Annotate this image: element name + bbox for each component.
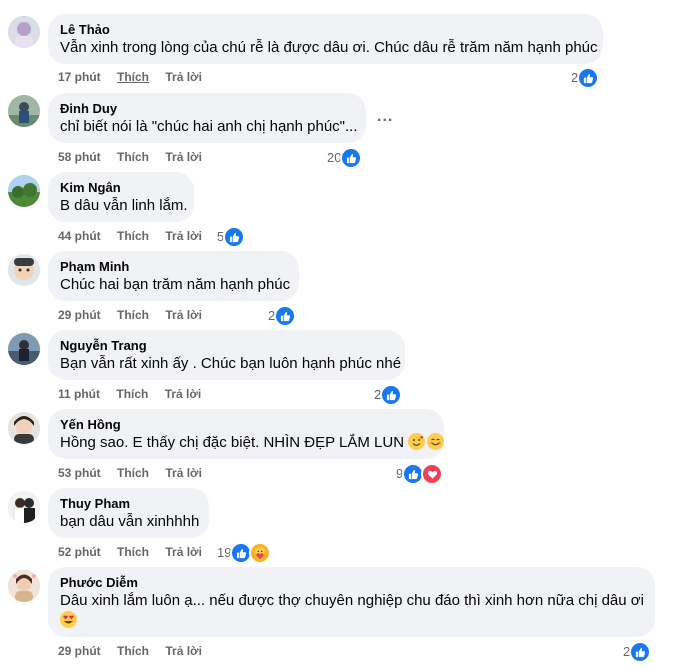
reaction-summary[interactable]: 5 [217,226,246,248]
comment-text: Chúc hai bạn trăm năm hạnh phúc [60,275,291,295]
like-button[interactable]: Thích [117,544,149,560]
comment-meta: 58 phút Thích Trả lời [58,149,215,165]
like-reaction-icon [380,384,403,406]
reply-button[interactable]: Trả lời [165,69,202,85]
commenter-name[interactable]: Lê Thảo [60,22,591,38]
comment-meta: 52 phút Thích Trả lời [58,544,215,560]
reply-button[interactable]: Trả lời [165,643,202,659]
reply-button[interactable]: Trả lời [165,307,202,323]
reaction-count: 20 [327,150,342,165]
comment-bubble: Nguyễn Trang Bạn vẫn rất xinh ấy . Chúc … [48,330,405,380]
reaction-summary[interactable]: 2 [268,305,297,327]
comment-bubble: Kim Ngân B dâu vẫn linh lắm. [48,172,194,222]
comment-text-line: Vẫn xinh trong lòng của chú rễ là được d… [60,39,598,56]
comment-text: Bạn vẫn rất xinh ấy . Chúc bạn luôn hạnh… [60,354,402,374]
commenter-name[interactable]: Nguyễn Trang [60,338,393,354]
like-button[interactable]: Thích [117,307,149,323]
reaction-summary[interactable]: 9 [396,463,444,485]
like-button[interactable]: Thích [116,386,148,402]
like-button[interactable]: Thích [117,149,149,165]
comment-bubble: Phạm Minh Chúc hai bạn trăm năm hạnh phú… [48,251,299,301]
avatar[interactable] [8,254,40,286]
comment-text: B dâu vẫn linh lắm. [60,196,188,216]
reaction-summary[interactable]: 2 [571,67,600,89]
like-reaction-icon [629,641,652,663]
comment-time[interactable]: 44 phút [58,228,101,244]
comment-text-line: Dâu xinh lắm luôn ạ... nếu được thợ chuy… [60,592,644,609]
commenter-name[interactable]: Kim Ngân [60,180,182,196]
comment-bubble: Yến Hồng Hồng sao. E thấy chị đặc biệt. … [48,409,445,459]
commenter-name[interactable]: Đinh Duy [60,101,354,117]
comment-time[interactable]: 17 phút [58,69,101,85]
reaction-summary[interactable]: 2 [623,641,652,663]
commenter-name[interactable]: Thuy Pham [60,496,197,512]
comment-meta: 53 phút Thích Trả lời [58,465,215,481]
like-button[interactable]: Thích [117,643,149,659]
comment-text-line: bạn dâu vẫn xinhhhh [60,513,200,530]
comment-bubble: Phước Diễm Dâu xinh lắm luôn ạ... nếu đư… [48,567,655,637]
comment-text-line: B dâu vẫn linh lắm. [60,197,188,214]
reply-button[interactable]: Trả lời [165,149,202,165]
comment-bubble: Đinh Duy chỉ biết nói là "chúc hai anh c… [48,93,366,143]
comment-time[interactable]: 58 phút [58,149,101,165]
reaction-summary[interactable]: 19 [217,542,272,564]
comment-text-line: Chúc hai bạn trăm năm hạnh phúc [60,276,291,293]
avatar[interactable] [8,95,40,127]
comment-time[interactable]: 53 phút [58,465,101,481]
comment-text-line: Hồng sao. E thấy chị đặc biệt. NHÌN ĐẸP … [60,433,445,453]
care-reaction-icon [249,542,272,564]
reply-button[interactable]: Trả lời [165,465,202,481]
like-reaction-icon [223,226,246,248]
avatar[interactable] [8,333,40,365]
comment-text: Dâu xinh lắm luôn ạ... nếu được thợ chuy… [60,591,644,631]
comment-time[interactable]: 52 phút [58,544,101,560]
avatar[interactable] [8,491,40,523]
like-button[interactable]: Thích [117,228,149,244]
avatar[interactable] [8,175,40,207]
avatar[interactable] [8,570,40,602]
comment-text: Vẫn xinh trong lòng của chú rễ là được d… [60,38,598,58]
avatar[interactable] [8,412,40,444]
comment-text-line: Bạn vẫn rất xinh ấy . Chúc bạn luôn hạnh… [60,355,402,372]
comment-time[interactable]: 29 phút [58,307,101,323]
comment-bubble: Lê Thảo Vẫn xinh trong lòng của chú rễ l… [48,14,603,64]
comment-text-content: Hồng sao. E thấy chị đặc biệt. NHÌN ĐẸP … [60,434,405,451]
commenter-name[interactable]: Phạm Minh [60,259,287,275]
reply-button[interactable]: Trả lời [165,228,202,244]
commenter-name[interactable]: Phước Diễm [60,575,643,591]
heart-eyes-icon [60,611,77,628]
comment-time[interactable]: 29 phút [58,643,101,659]
comment-meta: 17 phút Thích Trả lời [58,69,215,85]
comment-meta: 11 phút Thích Trả lời [58,386,214,402]
reply-button[interactable]: Trả lời [165,544,202,560]
comment-meta: 29 phút Thích Trả lời [58,307,215,323]
like-reaction-icon [577,67,600,89]
comment-text-line: chỉ biết nói là "chúc hai anh chị hạnh p… [60,118,358,135]
more-options-icon[interactable]: ... [377,108,393,126]
reply-button[interactable]: Trả lời [165,386,202,402]
comment-text-line [60,611,643,631]
like-button[interactable]: Thích [117,69,149,85]
comment-meta: 29 phút Thích Trả lời [58,643,215,659]
like-reaction-icon [274,305,297,327]
smiling-face-with-hearts-icon [408,433,426,450]
like-button[interactable]: Thích [117,465,149,481]
reaction-summary[interactable]: 2 [374,384,403,406]
commenter-name[interactable]: Yến Hồng [60,417,432,433]
heart-reaction-icon [421,463,444,485]
comment-time[interactable]: 11 phút [58,386,100,402]
comment-meta: 44 phút Thích Trả lời [58,228,215,244]
avatar[interactable] [8,16,40,48]
like-reaction-icon [340,147,363,169]
reaction-count: 19 [217,545,232,560]
smiling-face-icon [427,433,445,450]
reaction-summary[interactable]: 20 [327,147,363,169]
comment-text: Hồng sao. E thấy chị đặc biệt. NHÌN ĐẸP … [60,433,445,453]
comment-text: bạn dâu vẫn xinhhhh [60,512,200,532]
comment-bubble: Thuy Pham bạn dâu vẫn xinhhhh [48,488,209,538]
comment-text: chỉ biết nói là "chúc hai anh chị hạnh p… [60,117,358,137]
